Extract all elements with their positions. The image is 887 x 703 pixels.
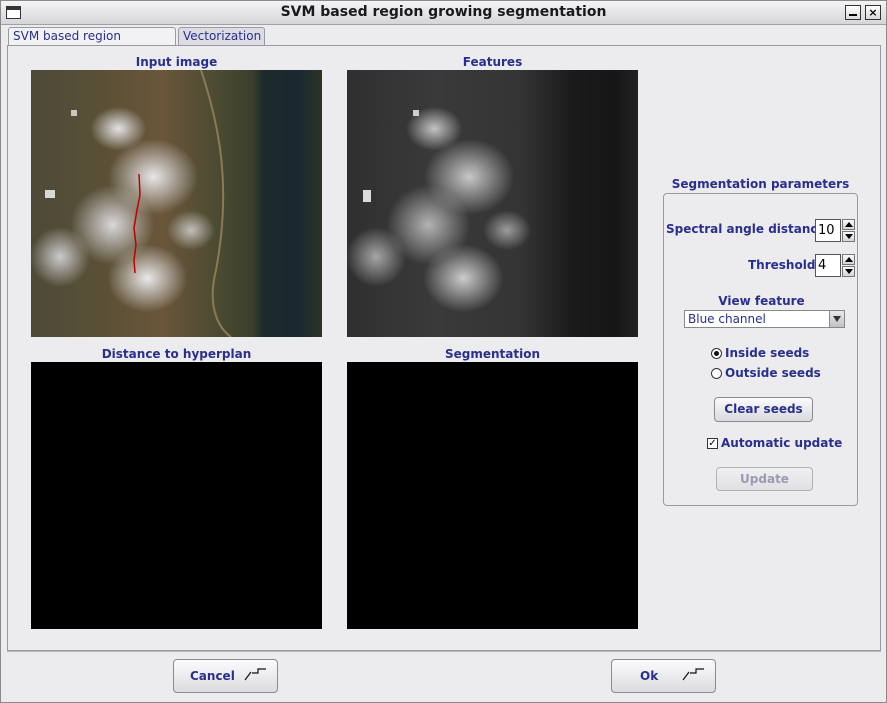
outside-seeds-radio[interactable] [711,368,722,379]
close-button[interactable]: × [865,5,881,20]
thresholds-value[interactable]: 4 [815,254,841,277]
input-image-label: Input image [135,55,218,69]
automatic-update-checkbox[interactable]: ✓ [707,438,718,449]
seed-stroke [133,173,141,274]
segmentation-view[interactable] [347,362,638,629]
building-mark [45,190,55,198]
spin-down-icon[interactable] [842,266,855,277]
view-feature-select[interactable]: Blue channel [684,310,845,328]
building-mark [413,110,419,116]
window-title: SVM based region growing segmentation [280,4,607,20]
spin-down-icon[interactable] [842,231,855,242]
input-image-overlay [45,70,232,337]
view-feature-label: View feature [718,294,805,308]
action-icon [244,668,266,681]
minimize-button[interactable] [845,5,861,20]
input-image-view[interactable] [31,70,322,337]
action-icon [682,668,704,681]
thresholds-label: Thresholds [748,258,823,272]
spin-up-icon[interactable] [842,254,855,265]
title-bar[interactable]: SVM based region growing segmentation × [1,1,886,25]
view-feature-value: Blue channel [688,312,766,326]
road-path [200,70,232,337]
inside-seeds-radio[interactable] [711,348,722,359]
segmentation-label: Segmentation [444,347,541,361]
spin-up-icon[interactable] [842,219,855,230]
spectral-angle-spinbox[interactable]: 10 [815,219,857,242]
features-view[interactable] [347,70,638,337]
cancel-label: Cancel [190,669,235,683]
tab-vectorization[interactable]: Vectorization [178,27,265,46]
main-window: SVM based region growing segmentation × … [0,0,887,703]
thresholds-spinbox[interactable]: 4 [815,254,857,277]
features-overlay [363,110,419,202]
outside-seeds-label[interactable]: Outside seeds [725,366,821,380]
ok-label: Ok [640,669,659,683]
distance-label: Distance to hyperplan [101,347,252,361]
distance-view[interactable] [31,362,322,629]
ok-button[interactable]: Ok [611,659,716,693]
tab-svm-region-growing[interactable]: SVM based region growing [8,27,176,60]
automatic-update-label[interactable]: Automatic update [721,436,842,450]
spectral-angle-label: Spectral angle distances [666,222,833,236]
segmentation-parameters-title: Segmentation parameters [671,177,850,191]
building-mark [363,190,371,202]
spectral-angle-value[interactable]: 10 [815,219,841,242]
clear-seeds-button[interactable]: Clear seeds [714,397,813,422]
features-label: Features [462,55,523,69]
update-button[interactable]: Update [716,467,813,491]
inside-seeds-label[interactable]: Inside seeds [725,346,809,360]
cancel-button[interactable]: Cancel [173,659,278,693]
building-mark [71,110,77,116]
footer-divider [7,651,881,652]
chevron-down-icon[interactable] [829,311,844,327]
